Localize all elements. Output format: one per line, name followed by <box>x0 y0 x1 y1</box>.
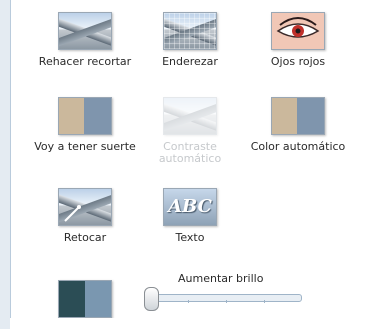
red-eye-icon <box>271 12 325 50</box>
red-eye-label: Ojos rojos <box>270 55 326 68</box>
slider-tick <box>188 300 189 303</box>
text-label: Texto <box>175 231 205 244</box>
brightness-label: Aumentar brillo <box>178 272 264 285</box>
text-button[interactable]: ABC Texto <box>130 188 250 244</box>
auto-contrast-icon <box>163 97 217 135</box>
lucky-label: Voy a tener suerte <box>34 140 136 153</box>
auto-color-label: Color automático <box>250 140 346 153</box>
retouch-button[interactable]: Retocar <box>25 188 145 244</box>
slider-tick <box>226 300 227 303</box>
straighten-label: Enderezar <box>162 55 218 68</box>
brightness-icon <box>58 280 112 318</box>
auto-contrast-button[interactable]: Contraste automático <box>130 97 250 165</box>
slider-tick <box>264 300 265 303</box>
straighten-button[interactable]: Enderezar <box>130 12 250 68</box>
panel-bottom <box>10 318 380 329</box>
lucky-button[interactable]: Voy a tener suerte <box>25 97 145 153</box>
text-icon: ABC <box>163 188 217 226</box>
crop-redo-icon <box>58 12 112 50</box>
auto-contrast-label: Contraste automático <box>158 140 222 165</box>
auto-color-icon <box>271 97 325 135</box>
red-eye-button[interactable]: Ojos rojos <box>238 12 358 68</box>
brightness-slider-thumb[interactable] <box>144 287 159 311</box>
lucky-icon <box>58 97 112 135</box>
redo-crop-label: Rehacer recortar <box>38 55 132 68</box>
retouch-label: Retocar <box>63 231 107 244</box>
auto-color-button[interactable]: Color automático <box>238 97 358 153</box>
redo-crop-button[interactable]: Rehacer recortar <box>25 12 145 68</box>
straighten-icon <box>163 12 217 50</box>
retouch-icon <box>58 188 112 226</box>
